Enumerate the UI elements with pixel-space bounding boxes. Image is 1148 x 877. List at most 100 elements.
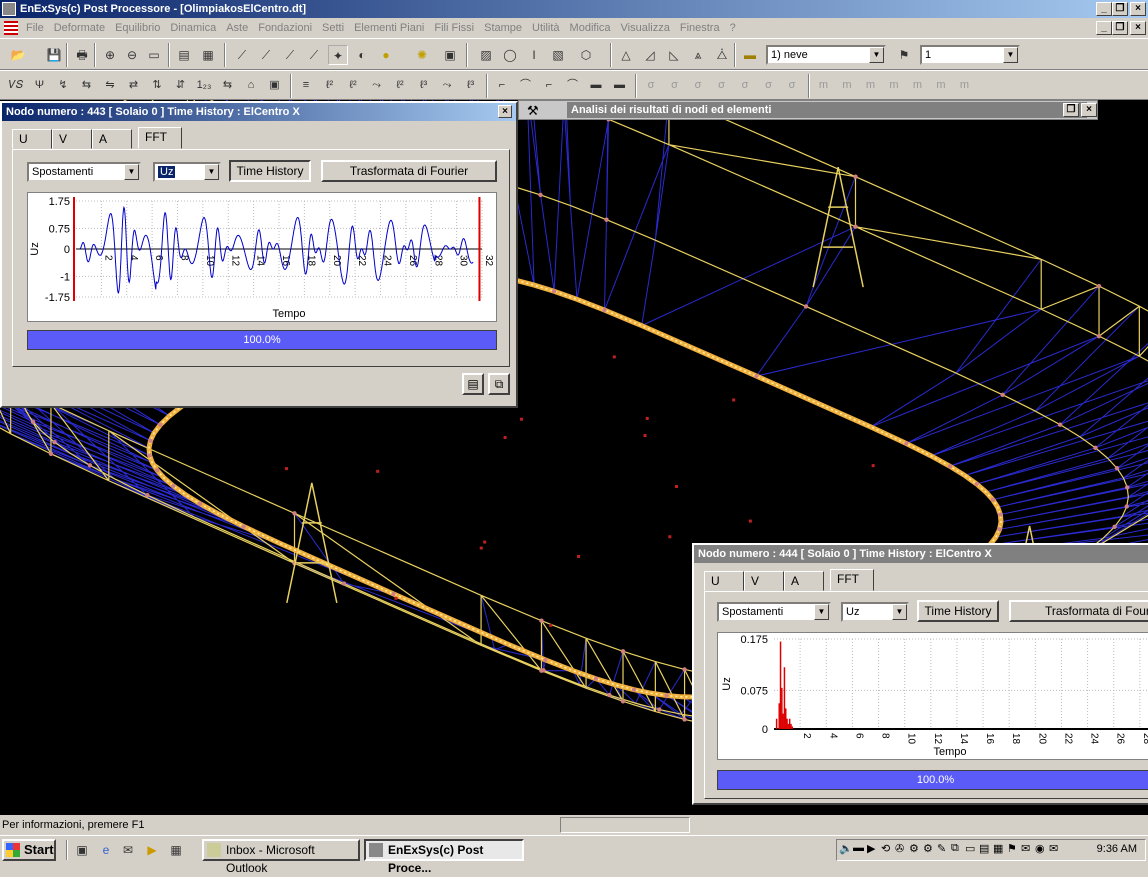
menu-item-5[interactable]: Fondazioni <box>258 22 312 34</box>
layout-icon[interactable]: ▤ <box>174 45 194 65</box>
filter-icon[interactable]: ⚑ <box>894 45 914 65</box>
mdi-restore-button[interactable]: ❐ <box>1112 21 1128 35</box>
panel-close-button[interactable]: × <box>498 105 512 118</box>
result-tool-icon-25[interactable]: ⌒ <box>563 75 583 95</box>
quantity-select[interactable]: Spostamenti ▼ <box>717 602 831 622</box>
result-tool-icon-24[interactable]: ⌐ <box>539 75 559 95</box>
analysis-close-button[interactable]: × <box>1081 103 1097 117</box>
fourier-button[interactable]: Trasformata di Fourier <box>321 160 497 182</box>
component-select[interactable]: Uz ▼ <box>841 602 909 622</box>
tab-a[interactable]: A <box>784 571 824 591</box>
tab-u[interactable]: U <box>12 129 52 149</box>
view-xz-icon[interactable]: ⟋ <box>232 45 252 65</box>
tray-icon-0[interactable]: 🔈 <box>839 842 853 855</box>
truss-5-icon[interactable]: ⧊ <box>712 45 732 65</box>
mdi-close-button[interactable]: × <box>1130 21 1146 35</box>
tray-icon-15[interactable]: ✉ <box>1049 842 1058 855</box>
result-tool-icon-20[interactable]: ℓ³ <box>461 75 481 95</box>
tray-icon-6[interactable]: ⚙ <box>923 842 933 855</box>
result-tool-icon-16[interactable]: ⤳ <box>367 75 387 95</box>
chevron-down-icon[interactable]: ▼ <box>892 604 907 620</box>
view-xy-icon[interactable]: ⟋ <box>280 45 300 65</box>
result-tool-icon-7[interactable]: ⇵ <box>171 75 191 95</box>
copy-icon[interactable]: ▤ <box>462 373 484 395</box>
save-icon[interactable]: 💾 <box>44 45 64 65</box>
pick-icon[interactable]: ⚒ <box>527 103 539 119</box>
load-case-select[interactable]: 1) neve ▼ <box>766 45 886 65</box>
tray-icon-3[interactable]: ⟲ <box>881 842 890 855</box>
result-tool-icon-23[interactable]: ⌒ <box>516 75 536 95</box>
hatch-icon[interactable]: ▨ <box>476 45 496 65</box>
tray-icon-12[interactable]: ⚑ <box>1007 842 1017 855</box>
taskbar-outlook[interactable]: Inbox - Microsoft Outlook <box>202 839 360 875</box>
result-tool-icon-14[interactable]: ℓ² <box>320 75 340 95</box>
result-tool-icon-5[interactable]: ⇄ <box>124 75 144 95</box>
tab-u[interactable]: U <box>704 571 744 591</box>
tray-icon-14[interactable]: ◉ <box>1035 842 1045 855</box>
chevron-down-icon[interactable]: ▼ <box>814 604 829 620</box>
paste-icon[interactable]: ⧉ <box>488 373 510 395</box>
menu-item-3[interactable]: Dinamica <box>170 22 216 34</box>
result-tool-icon-30[interactable]: σ <box>665 75 685 95</box>
tab-v[interactable]: V <box>52 129 92 149</box>
result-tool-icon-13[interactable]: ≡ <box>296 75 316 95</box>
result-tool-icon-6[interactable]: ⇅ <box>147 75 167 95</box>
color-icon[interactable]: ● <box>376 45 396 65</box>
result-tool-icon-29[interactable]: σ <box>641 75 661 95</box>
time-history-button[interactable]: Time History <box>917 600 999 622</box>
menu-item-11[interactable]: Modifica <box>570 22 611 34</box>
taskbar-enexsys[interactable]: EnExSys(c) Post Proce... <box>364 839 524 875</box>
load-case-icon[interactable]: ▬ <box>740 45 760 65</box>
result-tool-icon-10[interactable]: ⌂ <box>241 75 261 95</box>
tab-fft[interactable]: FFT <box>138 127 182 149</box>
menu-item-14[interactable]: ? <box>730 22 736 34</box>
result-tool-icon-1[interactable]: Ψ <box>30 75 50 95</box>
result-tool-icon-26[interactable]: ▬ <box>586 75 606 95</box>
result-tool-icon-17[interactable]: ℓ² <box>390 75 410 95</box>
result-tool-icon-4[interactable]: ⇋ <box>100 75 120 95</box>
print-icon[interactable]: 🖶 <box>72 45 92 65</box>
result-tool-icon-33[interactable]: σ <box>735 75 755 95</box>
result-tool-icon-40[interactable]: m <box>884 75 904 95</box>
view-yz-icon[interactable]: ⟋ <box>256 45 276 65</box>
zoom-out-icon[interactable]: ⊖ <box>122 45 142 65</box>
mdi-minimize-button[interactable]: _ <box>1096 21 1112 35</box>
chevron-down-icon[interactable]: ▼ <box>869 47 884 63</box>
menu-item-4[interactable]: Aste <box>226 22 248 34</box>
tab-a[interactable]: A <box>92 129 132 149</box>
calc-icon[interactable]: ▦ <box>166 840 186 860</box>
result-tool-icon-32[interactable]: σ <box>712 75 732 95</box>
grid-icon[interactable]: ▦ <box>198 45 218 65</box>
result-tool-icon-38[interactable]: m <box>837 75 857 95</box>
render-icon[interactable]: ◐ <box>352 45 372 65</box>
step-select[interactable]: 1 ▼ <box>920 45 1020 65</box>
result-tool-icon-41[interactable]: m <box>908 75 928 95</box>
menu-item-13[interactable]: Finestra <box>680 22 720 34</box>
window-zoom-icon[interactable]: ▭ <box>144 45 164 65</box>
result-tool-icon-0[interactable]: 𝑉𝑆 <box>6 75 26 95</box>
result-tool-icon-2[interactable]: ↯ <box>53 75 73 95</box>
menu-item-0[interactable]: File <box>26 22 44 34</box>
ie-icon[interactable]: e <box>96 840 116 860</box>
beam-icon[interactable]: Ι <box>524 45 544 65</box>
tray-icon-4[interactable]: ✇ <box>895 842 904 855</box>
tray-icon-5[interactable]: ⚙ <box>909 842 919 855</box>
tray-icon-11[interactable]: ▦ <box>993 842 1003 855</box>
truss-1-icon[interactable]: △ <box>616 45 636 65</box>
result-tool-icon-15[interactable]: ℓ² <box>343 75 363 95</box>
component-select[interactable]: Uz ▼ <box>153 162 221 182</box>
tray-icon-13[interactable]: ✉ <box>1021 842 1030 855</box>
solid-icon[interactable]: ⬡ <box>576 45 596 65</box>
truss-4-icon[interactable]: ⩓ <box>688 45 708 65</box>
tray-icon-7[interactable]: ✎ <box>937 842 946 855</box>
ellipse-icon[interactable]: ◯ <box>500 45 520 65</box>
result-tool-icon-35[interactable]: σ <box>782 75 802 95</box>
result-tool-icon-19[interactable]: ⤳ <box>437 75 457 95</box>
light-icon[interactable]: ✺ <box>412 45 432 65</box>
result-tool-icon-31[interactable]: σ <box>688 75 708 95</box>
result-tool-icon-43[interactable]: m <box>955 75 975 95</box>
tab-v[interactable]: V <box>744 571 784 591</box>
tray-icon-1[interactable]: ▬ <box>853 842 864 854</box>
chevron-down-icon[interactable]: ▼ <box>124 164 139 180</box>
time-history-button[interactable]: Time History <box>229 160 311 182</box>
